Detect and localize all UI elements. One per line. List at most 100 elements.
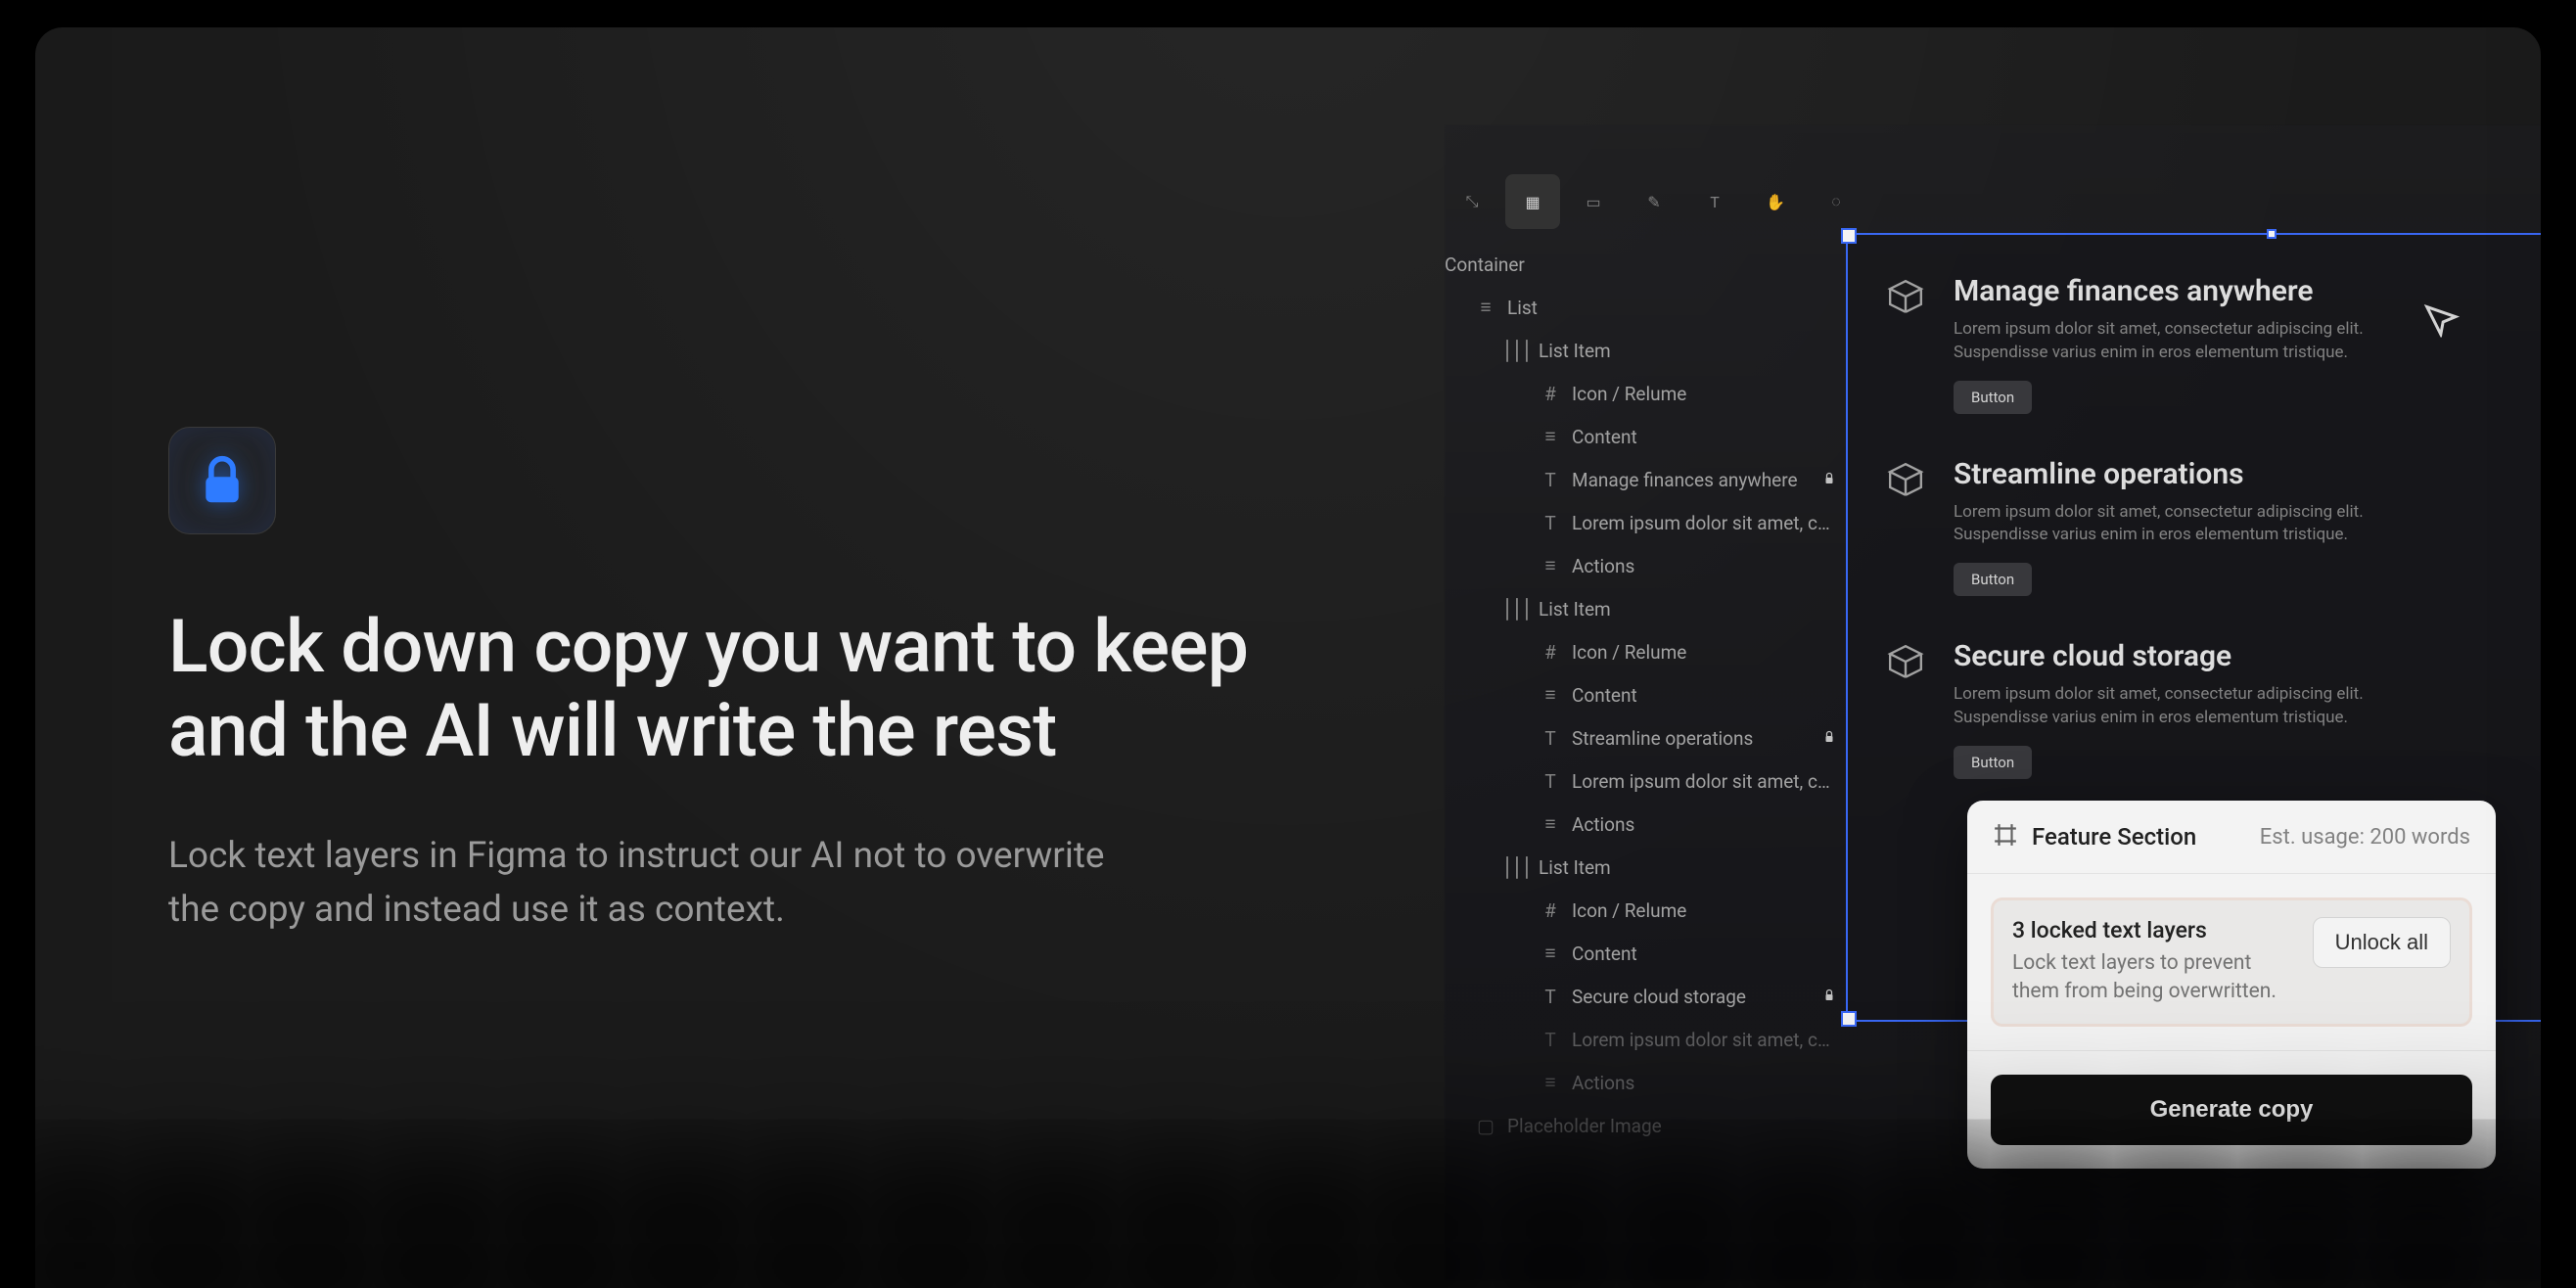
list-icon: ≡ <box>1541 425 1560 448</box>
unlock-all-button[interactable]: Unlock all <box>2313 917 2451 968</box>
cube-icon <box>1887 461 1924 498</box>
figma-mock: ⤡ ▦ ▭ ✎ T ✋ ◌ Container ≡ List ⎮⎮⎮ List Ite… <box>1445 125 2541 1280</box>
layer-row[interactable]: ⎮⎮⎮ List Item <box>1445 587 1846 630</box>
frame-icon: # <box>1541 899 1560 922</box>
layer-label: List Item <box>1539 598 1836 621</box>
list-icon: ≡ <box>1541 1071 1560 1094</box>
lock-icon <box>200 455 245 506</box>
list-icon: ≡ <box>1541 942 1560 965</box>
figma-toolbar: ⤡ ▦ ▭ ✎ T ✋ ◌ <box>1445 174 1863 229</box>
notice-title: 3 locked text layers <box>2012 917 2295 943</box>
layer-label: Actions <box>1572 1072 1836 1094</box>
layer-row[interactable]: # Icon / Relume <box>1445 630 1846 673</box>
layer-row[interactable]: ≡ Actions <box>1445 544 1846 587</box>
feature-card: Streamline operations Lorem ipsum dolor s… <box>1887 457 2541 597</box>
layer-root[interactable]: Container <box>1445 243 1846 286</box>
cursor-icon <box>2422 299 2463 344</box>
layer-row[interactable]: T Lorem ipsum dolor sit amet, conse... <box>1445 759 1846 803</box>
layer-row[interactable]: T Secure cloud storage <box>1445 975 1846 1018</box>
layer-row[interactable]: ≡ Actions <box>1445 1061 1846 1104</box>
layer-label: Manage finances anywhere <box>1572 469 1811 491</box>
layer-row[interactable]: ⎮⎮⎮ List Item <box>1445 329 1846 372</box>
card-button[interactable]: Button <box>1954 746 2032 779</box>
layer-label: List Item <box>1539 856 1836 879</box>
layer-label: Actions <box>1572 555 1836 577</box>
popover-title: Feature Section <box>2032 823 2246 851</box>
layer-label: Streamline operations <box>1572 727 1811 750</box>
text-icon: T <box>1541 512 1560 534</box>
card-description: Lorem ipsum dolor sit amet, consectetur … <box>1954 318 2374 365</box>
card-description: Lorem ipsum dolor sit amet, consectetur … <box>1954 683 2374 730</box>
card-title: Manage finances anywhere <box>1954 274 2374 308</box>
layer-label: Icon / Relume <box>1572 383 1836 405</box>
layer-row[interactable]: ▢ Placeholder Image <box>1445 1104 1846 1147</box>
item-icon: ⎮⎮⎮ <box>1507 856 1527 879</box>
layer-label: Content <box>1572 426 1836 448</box>
locked-layers-notice: 3 locked text layers Lock text layers to… <box>1991 897 2472 1027</box>
list-icon: ≡ <box>1541 683 1560 707</box>
list-icon: ≡ <box>1541 554 1560 577</box>
layer-label: Secure cloud storage <box>1572 986 1811 1008</box>
toolbar-pen-icon[interactable]: ✎ <box>1627 174 1681 229</box>
popover-estimate: Est. usage: 200 words <box>2260 825 2470 850</box>
layer-row[interactable]: ≡Content <box>1445 932 1846 975</box>
layer-row[interactable]: # Icon / Relume <box>1445 372 1846 415</box>
toolbar-move-icon[interactable]: ⤡ <box>1445 174 1499 229</box>
feature-card: Manage finances anywhere Lorem ipsum dolo… <box>1887 274 2541 414</box>
layer-row[interactable]: T Lorem ipsum dolor sit amet, conse... <box>1445 1018 1846 1061</box>
layer-label: Icon / Relume <box>1572 641 1836 664</box>
lock-icon[interactable] <box>1822 988 1836 1006</box>
layer-row[interactable]: ≡ Content <box>1445 673 1846 716</box>
hero-subtext: Lock text layers in Figma to instruct ou… <box>168 829 1108 938</box>
toolbar-rect-icon[interactable]: ▭ <box>1566 174 1621 229</box>
card-button[interactable]: Button <box>1954 563 2032 596</box>
layer-label: Lorem ipsum dolor sit amet, conse... <box>1572 1029 1836 1051</box>
toolbar-hand-icon[interactable]: ✋ <box>1748 174 1803 229</box>
text-icon: T <box>1541 469 1560 491</box>
frame-icon: # <box>1541 641 1560 664</box>
text-icon: T <box>1541 986 1560 1008</box>
toolbar-frame-icon[interactable]: ▦ <box>1505 174 1560 229</box>
lock-icon[interactable] <box>1822 729 1836 748</box>
toolbar-text-icon[interactable]: T <box>1687 174 1742 229</box>
cube-icon <box>1887 643 1924 680</box>
layers-panel: Container ≡ List ⎮⎮⎮ List Item # Icon / Relum… <box>1445 243 1846 1147</box>
layer-row[interactable]: T Manage finances anywhere <box>1445 458 1846 501</box>
layer-label: Content <box>1572 684 1836 707</box>
layer-row[interactable]: ≡ List <box>1445 286 1846 329</box>
item-icon: ⎮⎮⎮ <box>1507 340 1527 362</box>
generate-copy-button[interactable]: Generate copy <box>1991 1075 2472 1145</box>
image-icon: ▢ <box>1476 1115 1495 1137</box>
item-icon: ⎮⎮⎮ <box>1507 598 1527 621</box>
layer-label: Actions <box>1572 813 1836 836</box>
layer-row[interactable]: ⎮⎮⎮ List Item <box>1445 846 1846 889</box>
text-icon: T <box>1541 727 1560 750</box>
card-title: Secure cloud storage <box>1954 639 2374 673</box>
layer-label: List Item <box>1539 340 1836 362</box>
toolbar-comment-icon[interactable]: ◌ <box>1809 174 1863 229</box>
text-icon: T <box>1541 770 1560 793</box>
list-icon: ≡ <box>1476 296 1495 319</box>
layer-label: Lorem ipsum dolor sit amet, conse... <box>1572 512 1836 534</box>
layer-row[interactable]: ≡ Content <box>1445 415 1846 458</box>
layer-row[interactable]: ≡ Actions <box>1445 803 1846 846</box>
layer-label: List <box>1507 297 1836 319</box>
layer-label: Icon / Relume <box>1572 899 1836 922</box>
layer-row[interactable]: T Streamline operations <box>1445 716 1846 759</box>
layer-label: Lorem ipsum dolor sit amet, conse... <box>1572 770 1836 793</box>
layer-label: Placeholder Image <box>1507 1115 1836 1137</box>
notice-description: Lock text layers to prevent them from be… <box>2012 949 2295 1007</box>
frame-icon: # <box>1541 383 1560 405</box>
frame-icon <box>1993 822 2018 851</box>
layer-row[interactable]: # Icon / Relume <box>1445 889 1846 932</box>
layer-row[interactable]: T Lorem ipsum dolor sit amet, conse... <box>1445 501 1846 544</box>
hero-headline: Lock down copy you want to keep and the … <box>168 605 1362 774</box>
lock-icon[interactable] <box>1822 471 1836 489</box>
feature-card: Secure cloud storage Lorem ipsum dolor si… <box>1887 639 2541 779</box>
card-description: Lorem ipsum dolor sit amet, consectetur … <box>1954 501 2374 548</box>
card-title: Streamline operations <box>1954 457 2374 491</box>
list-icon: ≡ <box>1541 812 1560 836</box>
lock-icon-badge <box>168 427 276 534</box>
card-button[interactable]: Button <box>1954 381 2032 414</box>
text-icon: T <box>1541 1029 1560 1051</box>
